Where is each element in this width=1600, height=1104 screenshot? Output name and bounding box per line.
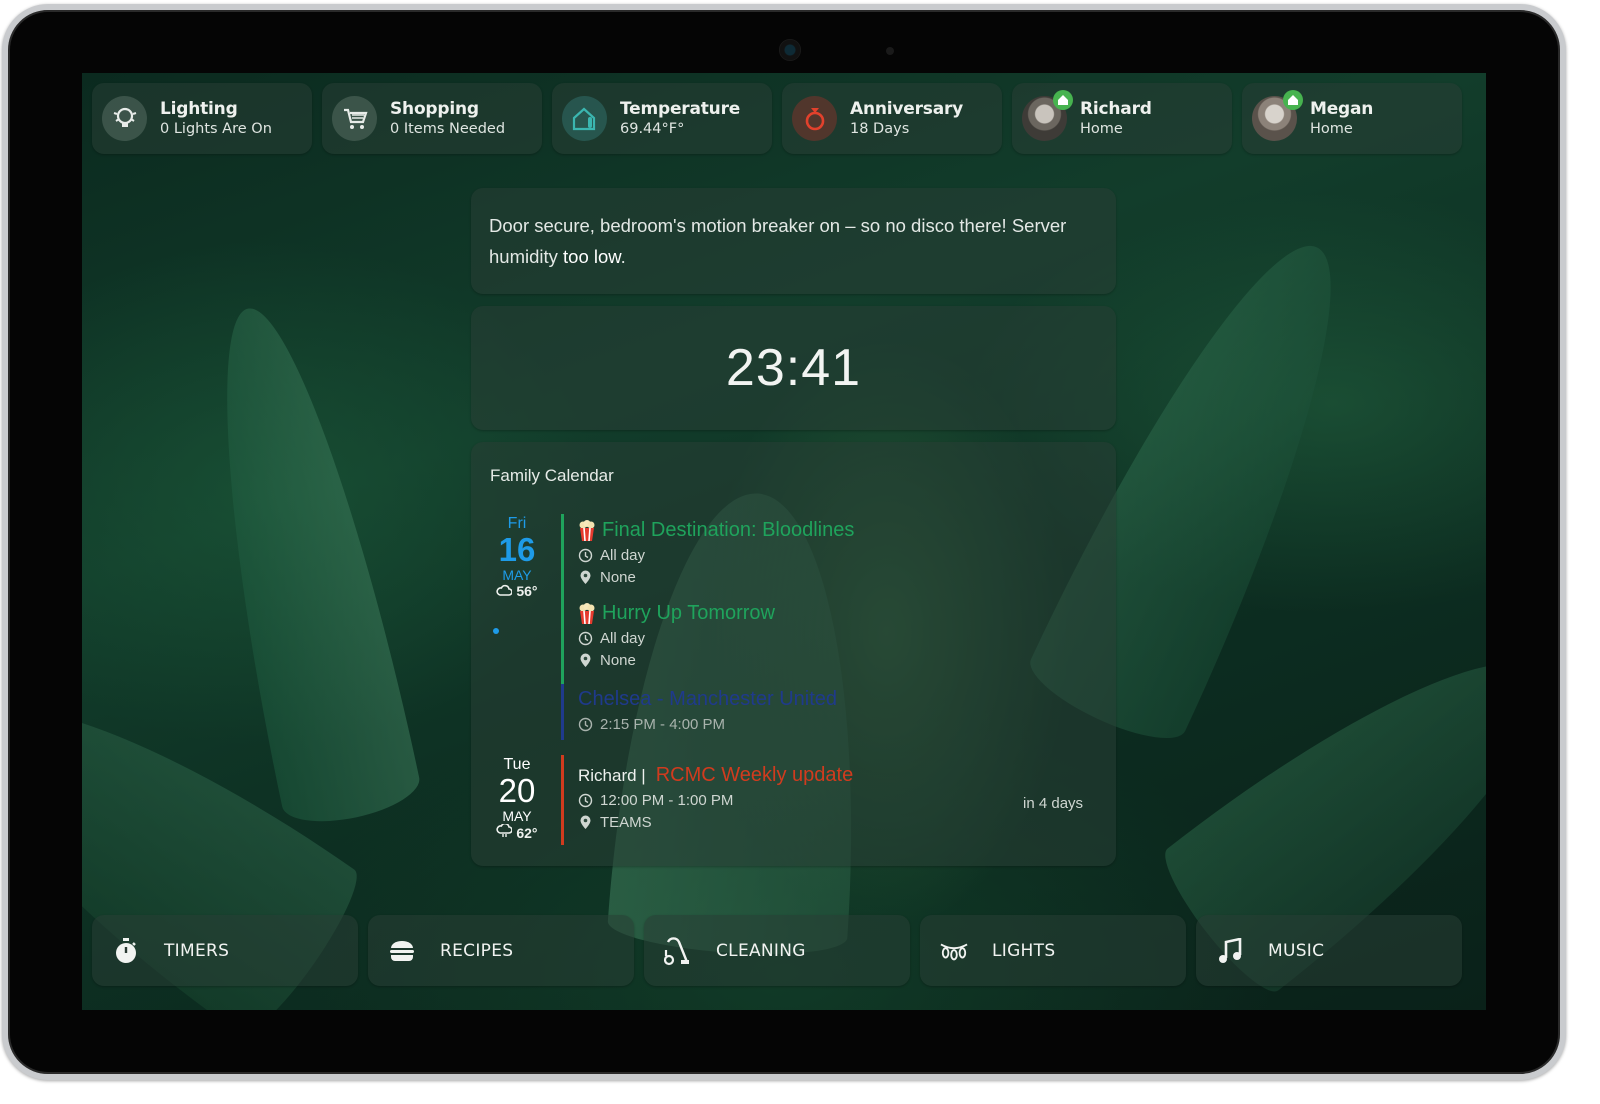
event-location: None bbox=[600, 569, 636, 586]
cart-icon bbox=[332, 96, 377, 141]
weather-temp: 56° bbox=[516, 583, 538, 599]
badge-title: Anniversary bbox=[850, 99, 964, 120]
vacuum-icon bbox=[664, 936, 692, 965]
day-number: 20 bbox=[498, 772, 536, 809]
event-title: Chelsea - Manchester United bbox=[578, 688, 838, 710]
calendar-event[interactable]: Final Destination: Bloodlines All day No… bbox=[578, 519, 854, 586]
light-bulbs-icon bbox=[102, 96, 147, 141]
badge-person-megan[interactable]: Megan Home bbox=[1242, 83, 1462, 154]
clock-time: 23:41 bbox=[725, 339, 862, 397]
family-calendar-card[interactable]: Family Calendar Fri 16 MAY 56° Final Des… bbox=[471, 442, 1116, 866]
calendar-event[interactable]: Richard | RCMC Weekly update 12:00 PM - … bbox=[578, 764, 853, 831]
status-message-card: Door secure, bedroom's motion breaker on… bbox=[471, 188, 1116, 294]
home-icon bbox=[1283, 90, 1303, 110]
badge-lighting[interactable]: Lighting 0 Lights Are On bbox=[92, 83, 312, 154]
day-month: MAY bbox=[502, 808, 532, 824]
cleaning-button[interactable]: CLEANING bbox=[644, 915, 910, 986]
badge-shopping[interactable]: Shopping 0 Items Needed bbox=[322, 83, 542, 154]
event-color-bar bbox=[561, 514, 564, 684]
light-sensor bbox=[886, 47, 894, 55]
button-label: LIGHTS bbox=[992, 940, 1056, 961]
stopwatch-icon bbox=[112, 937, 140, 965]
calendar-event[interactable]: Chelsea - Manchester United 2:15 PM - 4:… bbox=[578, 688, 837, 733]
location-pin-icon bbox=[580, 653, 591, 667]
music-note-icon bbox=[1216, 937, 1244, 965]
badge-title: Megan bbox=[1310, 99, 1374, 120]
weather-temp: 62° bbox=[516, 825, 538, 841]
badge-person-richard[interactable]: Richard Home bbox=[1012, 83, 1232, 154]
event-time: All day bbox=[600, 547, 646, 564]
timers-button[interactable]: TIMERS bbox=[92, 915, 358, 986]
calendar-event[interactable]: Hurry Up Tomorrow All day None bbox=[578, 602, 775, 669]
clock-card: 23:41 bbox=[471, 306, 1116, 430]
event-title: Hurry Up Tomorrow bbox=[602, 602, 775, 624]
badge-subtitle: 69.44°F° bbox=[620, 121, 685, 138]
badge-title: Richard bbox=[1080, 99, 1152, 120]
day-number: 16 bbox=[498, 531, 536, 568]
event-location: None bbox=[600, 652, 636, 669]
badge-temperature[interactable]: Temperature 69.44°F° bbox=[552, 83, 772, 154]
badge-subtitle: Home bbox=[1080, 121, 1123, 138]
badge-subtitle: Home bbox=[1310, 121, 1353, 138]
cloud-icon bbox=[496, 584, 514, 596]
lights-button[interactable]: LIGHTS bbox=[920, 915, 1186, 986]
clock-icon bbox=[578, 793, 593, 808]
badge-title: Lighting bbox=[160, 99, 238, 120]
event-color-bar bbox=[561, 755, 564, 845]
button-label: CLEANING bbox=[716, 940, 806, 961]
string-lights-icon bbox=[940, 937, 968, 965]
event-title: RCMC Weekly update bbox=[655, 764, 854, 786]
avatar bbox=[1252, 90, 1303, 141]
event-color-bar bbox=[561, 684, 564, 740]
calendar-title: Family Calendar bbox=[490, 466, 614, 485]
badge-subtitle: 0 Lights Are On bbox=[160, 121, 272, 138]
badge-title: Temperature bbox=[620, 99, 741, 120]
burger-icon bbox=[388, 937, 416, 965]
location-pin-icon bbox=[580, 815, 591, 829]
status-badges: Lighting 0 Lights Are On Shopping 0 Item… bbox=[92, 83, 1462, 154]
clock-icon bbox=[578, 631, 593, 646]
dashboard-screen: Lighting 0 Lights Are On Shopping 0 Item… bbox=[82, 73, 1486, 1010]
clock-icon bbox=[578, 548, 593, 563]
ring-icon bbox=[792, 96, 837, 141]
calendar-day-fri: Fri 16 MAY 56° bbox=[482, 515, 552, 599]
event-time: All day bbox=[600, 630, 646, 647]
event-owner: Richard | bbox=[578, 765, 646, 785]
popcorn-icon bbox=[579, 519, 595, 541]
event-title: Final Destination: Bloodlines bbox=[602, 519, 855, 541]
calendar-day-tue: Tue 20 MAY 62° bbox=[482, 756, 552, 841]
day-weather: 62° bbox=[482, 822, 552, 841]
button-label: MUSIC bbox=[1268, 940, 1325, 961]
day-month: MAY bbox=[502, 567, 532, 583]
badge-subtitle: 18 Days bbox=[850, 121, 910, 138]
front-camera bbox=[779, 39, 801, 61]
badge-title: Shopping bbox=[390, 99, 479, 120]
event-time: 2:15 PM - 4:00 PM bbox=[600, 716, 726, 733]
home-icon bbox=[1053, 90, 1073, 110]
cloud-rain-icon bbox=[496, 822, 514, 837]
day-weather: 56° bbox=[482, 583, 552, 599]
home-thermometer-icon bbox=[562, 96, 607, 141]
badge-subtitle: 0 Items Needed bbox=[390, 121, 506, 138]
badge-anniversary[interactable]: Anniversary 18 Days bbox=[782, 83, 1002, 154]
event-time: 12:00 PM - 1:00 PM bbox=[600, 792, 734, 809]
button-label: RECIPES bbox=[440, 940, 514, 961]
location-pin-icon bbox=[580, 570, 591, 584]
avatar bbox=[1022, 90, 1073, 141]
message-emphasis: too low bbox=[563, 246, 621, 267]
message-end: . bbox=[620, 246, 626, 267]
recipes-button[interactable]: RECIPES bbox=[368, 915, 634, 986]
current-day-dot bbox=[493, 628, 499, 634]
popcorn-icon bbox=[579, 602, 595, 624]
event-relative-time: in 4 days bbox=[1023, 795, 1084, 812]
quick-action-buttons: TIMERS RECIPES CLEANING LIGHTS MUSIC bbox=[92, 915, 1462, 986]
event-location: TEAMS bbox=[600, 814, 652, 831]
clock-icon bbox=[578, 717, 593, 732]
button-label: TIMERS bbox=[164, 940, 230, 961]
music-button[interactable]: MUSIC bbox=[1196, 915, 1462, 986]
